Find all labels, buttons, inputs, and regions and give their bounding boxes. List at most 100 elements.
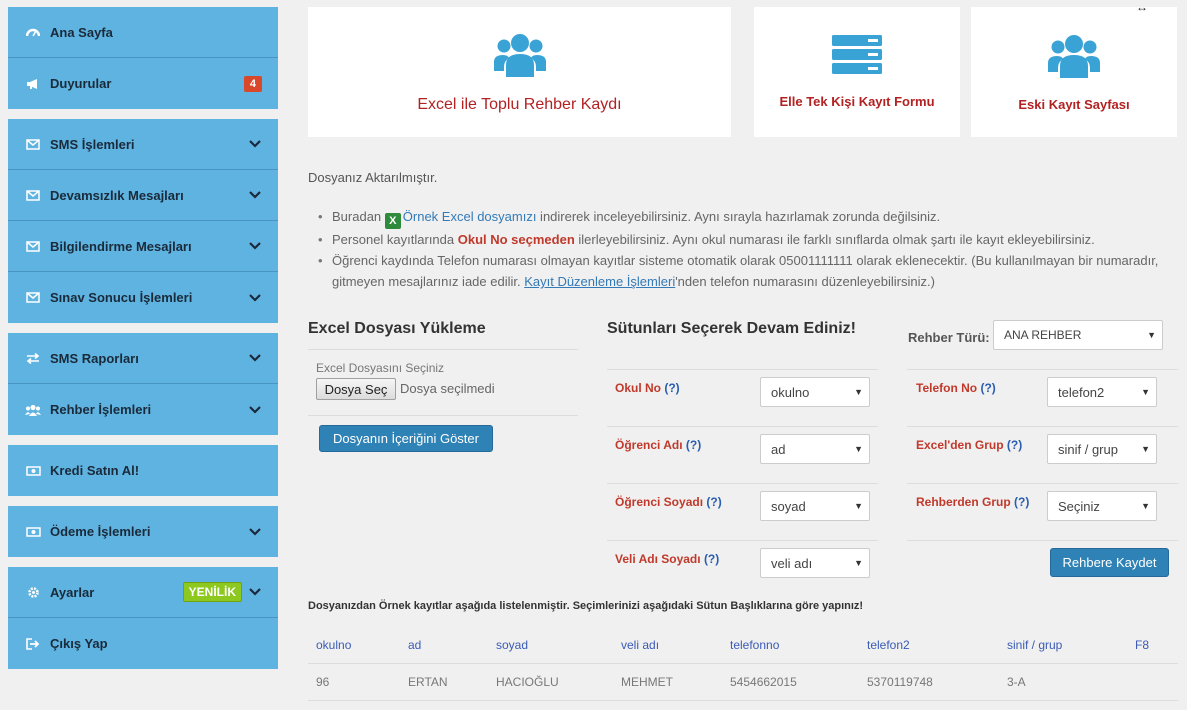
info-item: Buradan XÖrnek Excel dosyamızı indirerek… (318, 206, 1178, 229)
sidebar-item-buy-credit[interactable]: Kredi Satın Al! (8, 445, 278, 496)
money-icon (24, 525, 42, 539)
help-link[interactable]: (?) (664, 381, 679, 395)
sidebar-item-logout[interactable]: Çıkış Yap (8, 618, 278, 669)
student-surname-select[interactable]: soyad ▼ (760, 491, 870, 521)
phone-select[interactable]: telefon2 ▼ (1047, 377, 1157, 407)
select-value: ad (771, 441, 786, 457)
record-edit-link[interactable]: Kayıt Düzenleme İşlemleri (524, 274, 675, 289)
manual-entry-card[interactable]: Elle Tek Kişi Kayıt Formu (754, 7, 960, 137)
sidebar-item-sms[interactable]: SMS İşlemleri (8, 119, 278, 170)
divider (308, 700, 1178, 701)
field-label-excel-group: Excel'den Grup (?) (916, 438, 1022, 452)
info-text: Personel kayıtlarında (332, 232, 458, 247)
help-link[interactable]: (?) (1014, 495, 1029, 509)
directory-type-select[interactable]: ANA REHBER ▼ (993, 320, 1163, 350)
old-page-card[interactable]: Eski Kayıt Sayfası (971, 7, 1177, 137)
table-cell: 96 (316, 675, 330, 689)
notification-badge: 4 (243, 75, 262, 92)
select-value: telefon2 (1058, 384, 1105, 400)
help-link[interactable]: (?) (980, 381, 995, 395)
table-cell: 3-A (1007, 675, 1026, 689)
column-header: telefonno (730, 638, 780, 652)
sidebar-item-label: Rehber İşlemleri (50, 402, 152, 417)
sidebar-item-directory[interactable]: Rehber İşlemleri (8, 384, 278, 435)
sidebar-item-home[interactable]: Ana Sayfa (8, 7, 278, 58)
envelope-icon (24, 239, 42, 253)
field-label-student-name: Öğrenci Adı (?) (615, 438, 701, 452)
sidebar-item-label: Sınav Sonucu İşlemleri (50, 290, 193, 305)
divider (607, 426, 878, 427)
chevron-down-icon (248, 239, 262, 253)
table-cell: HACIOĞLU (496, 675, 559, 689)
divider (308, 349, 578, 350)
sidebar-item-label: Ana Sayfa (50, 24, 113, 40)
select-value: ANA REHBER (1004, 328, 1082, 342)
help-link[interactable]: (?) (686, 438, 701, 452)
divider (907, 426, 1178, 427)
exchange-icon (24, 351, 42, 365)
card-title: Eski Kayıt Sayfası (1018, 97, 1130, 112)
help-link[interactable]: (?) (704, 552, 719, 566)
file-status: Dosya seçilmedi (400, 381, 495, 396)
choose-file-button[interactable]: Dosya Seç (316, 378, 396, 400)
parent-name-select[interactable]: veli adı ▼ (760, 548, 870, 578)
table-cell: 5370119748 (867, 675, 933, 689)
upload-section-title: Excel Dosyası Yükleme (308, 320, 486, 337)
label-text: Öğrenci Soyadı (615, 495, 704, 509)
student-name-select[interactable]: ad ▼ (760, 434, 870, 464)
field-label-parent-name: Veli Adı Soyadı (?) (615, 552, 719, 566)
chevron-down-icon (248, 351, 262, 365)
directory-group-select[interactable]: Seçiniz ▼ (1047, 491, 1157, 521)
column-header: ad (408, 638, 422, 652)
save-to-directory-button[interactable]: Rehbere Kaydet (1050, 548, 1169, 577)
help-link[interactable]: (?) (1007, 438, 1022, 452)
sample-records-note: Dosyanızdan Örnek kayıtlar aşağıda liste… (308, 600, 864, 612)
sidebar-item-absence[interactable]: Devamsızlık Mesajları (8, 170, 278, 221)
column-header: F8 (1135, 638, 1150, 652)
school-no-select[interactable]: okulno ▼ (760, 377, 870, 407)
chevron-down-icon (248, 137, 262, 151)
sidebar-item-info[interactable]: Bilgilendirme Mesajları (8, 221, 278, 272)
table-cell: MEHMET (621, 675, 673, 689)
column-header: telefon2 (867, 638, 910, 652)
sidebar-item-exam[interactable]: Sınav Sonucu İşlemleri (8, 272, 278, 323)
card-title: Elle Tek Kişi Kayıt Formu (779, 94, 935, 109)
label-text: Rehberden Grup (916, 495, 1011, 509)
sidebar-item-sms-reports[interactable]: SMS Raporları (8, 333, 278, 384)
divider (607, 369, 878, 370)
table-cell: 5454662015 (730, 675, 797, 689)
envelope-icon (24, 137, 42, 151)
dropdown-arrow-icon: ▼ (1141, 387, 1150, 397)
dropdown-arrow-icon: ▼ (854, 387, 863, 397)
sidebar-item-label: Bilgilendirme Mesajları (50, 238, 192, 254)
excel-group-select[interactable]: sinif / grup ▼ (1047, 434, 1157, 464)
chevron-down-icon (248, 585, 262, 599)
divider (607, 540, 878, 541)
info-item: Öğrenci kaydında Telefon numarası olmaya… (318, 250, 1178, 292)
label-text: Öğrenci Adı (615, 438, 683, 452)
users-icon (24, 403, 42, 417)
table-cell: ERTAN (408, 675, 448, 689)
select-value: Seçiniz (1058, 498, 1100, 514)
show-file-content-button[interactable]: Dosyanın İçeriğini Göster (319, 425, 493, 452)
dashboard-icon (24, 25, 42, 39)
divider (907, 369, 1178, 370)
excel-import-card[interactable]: Excel ile Toplu Rehber Kaydı (308, 7, 731, 137)
help-link[interactable]: (?) (706, 495, 721, 509)
money-icon (24, 464, 42, 478)
directory-type-label: Rehber Türü: (908, 330, 990, 345)
field-label-school-no: Okul No (?) (615, 381, 680, 395)
column-header: soyad (496, 638, 529, 652)
dropdown-arrow-icon: ▼ (1141, 501, 1150, 511)
dropdown-arrow-icon: ▼ (854, 558, 863, 568)
sidebar-item-payments[interactable]: Ödeme İşlemleri (8, 506, 278, 557)
file-field-label: Excel Dosyasını Seçiniz (316, 361, 445, 375)
divider (907, 483, 1178, 484)
sample-excel-link[interactable]: Örnek Excel dosyamızı (403, 209, 537, 224)
users-icon (493, 31, 546, 82)
sidebar-item-settings[interactable]: Ayarlar YENİLİK (8, 567, 278, 618)
column-header: sinif / grup (1007, 638, 1063, 652)
sidebar-item-announcements[interactable]: Duyurular 4 (8, 58, 278, 109)
chevron-down-icon (248, 188, 262, 202)
columns-section-title: Sütunları Seçerek Devam Ediniz! (607, 320, 856, 337)
